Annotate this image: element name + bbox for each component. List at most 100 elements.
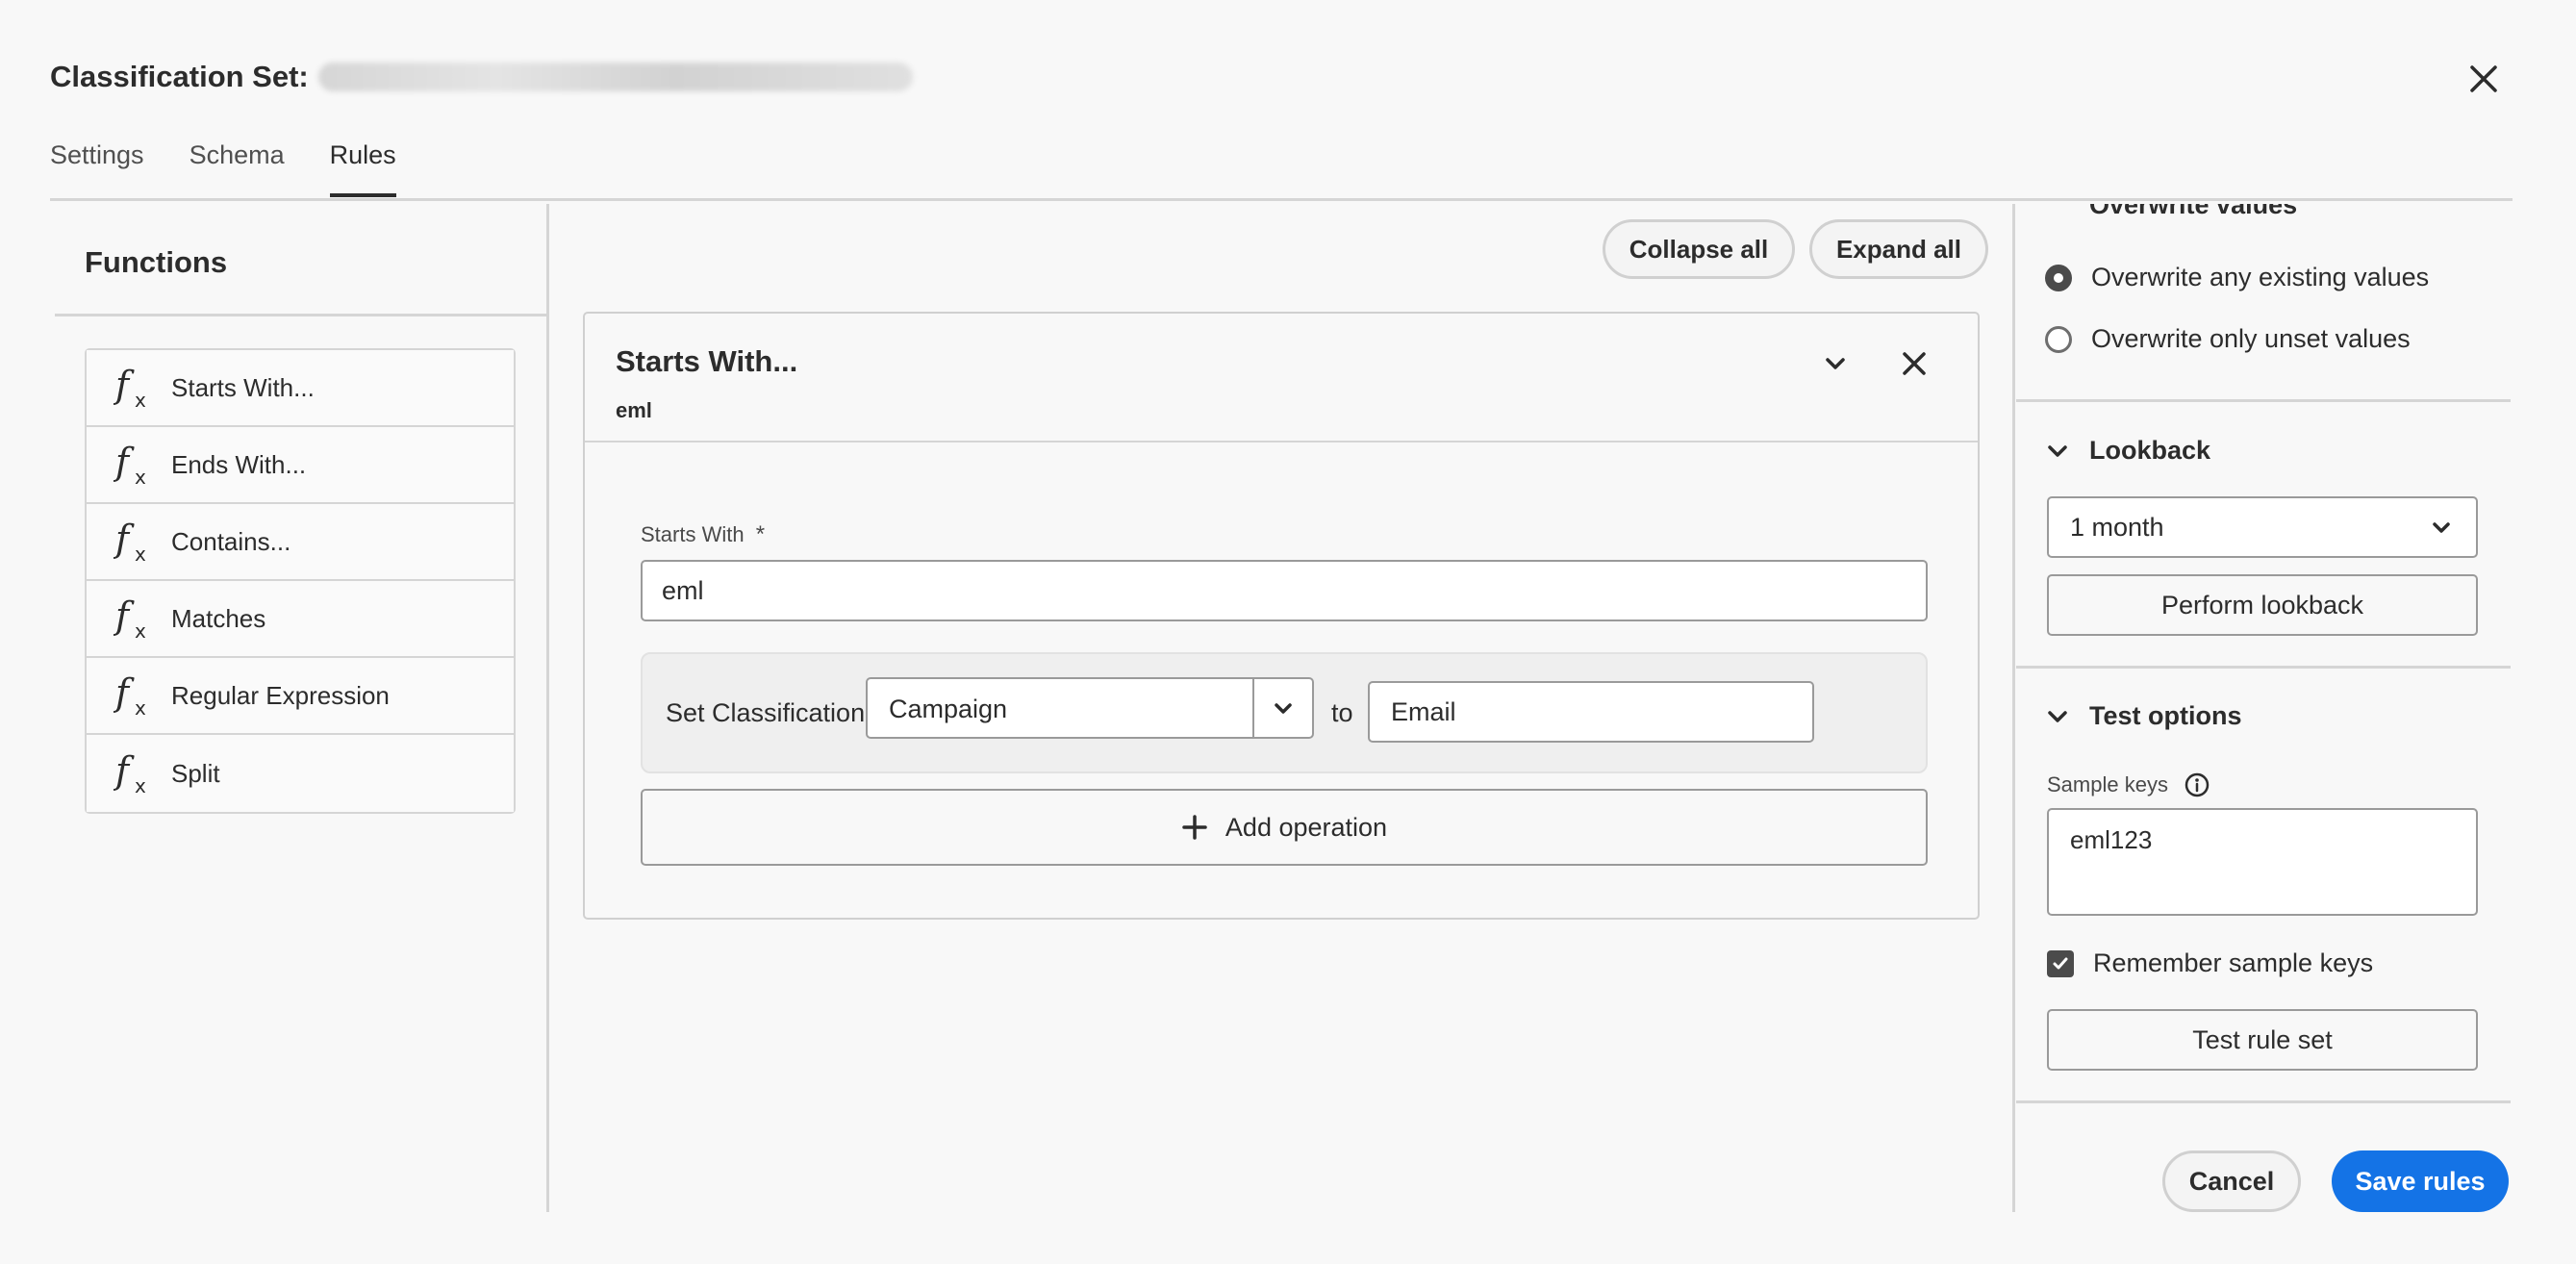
svg-text:x: x — [135, 543, 146, 565]
svg-text:f: f — [114, 672, 135, 714]
svg-text:x: x — [135, 389, 146, 411]
rule-card-header: Starts With... eml — [585, 314, 1978, 442]
close-icon — [1903, 352, 1926, 375]
chevron-down-icon — [1826, 358, 1845, 369]
lookback-heading: Lookback — [2089, 436, 2211, 465]
svg-text:x: x — [135, 466, 146, 488]
rule-collapse-toggle[interactable] — [1818, 346, 1853, 381]
function-item-starts-with[interactable]: fx Starts With... — [87, 350, 514, 427]
tab-settings[interactable]: Settings — [50, 140, 144, 197]
chevron-down-icon — [2433, 522, 2450, 533]
lookback-select[interactable]: 1 month — [2047, 496, 2478, 558]
required-marker: * — [755, 521, 766, 547]
radio-button[interactable] — [2045, 325, 2072, 353]
checkbox-checked[interactable] — [2047, 949, 2074, 977]
add-operation-label: Add operation — [1225, 812, 1388, 842]
lookback-select-value: 1 month — [2070, 512, 2164, 542]
svg-text:f: f — [114, 750, 135, 792]
svg-text:x: x — [135, 696, 146, 719]
expand-all-button[interactable]: Expand all — [1809, 219, 1988, 279]
overwrite-heading-text: Overwrite values — [2089, 204, 2378, 217]
info-icon[interactable] — [2184, 771, 2210, 798]
perform-lookback-button[interactable]: Perform lookback — [2047, 574, 2478, 636]
test-options-section-toggle[interactable]: Test options — [2045, 701, 2242, 731]
radio-label: Overwrite only unset values — [2091, 324, 2411, 353]
svg-text:f: f — [114, 365, 135, 406]
plus-icon — [1182, 815, 1207, 840]
starts-with-input[interactable] — [641, 560, 1928, 621]
radio-overwrite-existing[interactable]: Overwrite any existing values — [2045, 263, 2429, 292]
classification-dropdown-button[interactable] — [1252, 679, 1312, 737]
function-item-contains[interactable]: fx Contains... — [87, 504, 514, 581]
function-item-split[interactable]: fx Split — [87, 735, 514, 812]
radio-label: Overwrite any existing values — [2091, 263, 2430, 291]
test-options-heading: Test options — [2089, 701, 2242, 730]
function-label: Contains... — [171, 526, 291, 556]
right-column-divider — [2012, 204, 2015, 1212]
function-icon: fx — [114, 365, 146, 411]
checkmark-icon — [2053, 957, 2068, 969]
function-label: Matches — [171, 603, 266, 633]
operation-row: Set Classification Campaign to — [641, 652, 1928, 773]
svg-text:x: x — [135, 774, 146, 796]
functions-heading: Functions — [85, 245, 228, 279]
set-classification-label: Set Classification — [666, 698, 866, 727]
functions-list: fx Starts With... fx Ends With... fx Con… — [85, 348, 516, 814]
starts-with-label: Starts With * — [641, 521, 765, 548]
classification-select[interactable]: Campaign — [866, 677, 1314, 739]
function-icon: fx — [114, 518, 146, 565]
radio-overwrite-unset[interactable]: Overwrite only unset values — [2045, 324, 2411, 354]
function-label: Regular Expression — [171, 680, 390, 710]
radio-button[interactable] — [2045, 264, 2072, 291]
section-divider — [2016, 1100, 2511, 1103]
section-divider — [2016, 666, 2511, 669]
classification-select-value: Campaign — [889, 695, 1008, 723]
dialog-header: Classification Set: — [50, 60, 913, 94]
function-icon: fx — [114, 595, 146, 642]
rule-subtitle: eml — [616, 398, 652, 422]
save-rules-button[interactable]: Save rules — [2332, 1150, 2509, 1212]
remember-sample-keys-label: Remember sample keys — [2093, 948, 2374, 977]
classification-set-name-redacted — [317, 63, 913, 91]
function-item-ends-with[interactable]: fx Ends With... — [87, 427, 514, 504]
chevron-down-icon — [2048, 444, 2067, 457]
tab-bar: Settings Schema Rules — [50, 140, 442, 197]
dialog-title: Classification Set: — [50, 60, 309, 93]
chevron-down-icon — [1275, 703, 1292, 714]
classification-value-input[interactable] — [1368, 681, 1814, 743]
rule-title: Starts With... — [616, 344, 798, 378]
starts-with-label-text: Starts With — [641, 522, 745, 546]
tab-schema[interactable]: Schema — [189, 140, 285, 197]
chevron-down-icon — [2048, 710, 2067, 722]
remember-sample-keys-checkbox[interactable]: Remember sample keys — [2047, 948, 2373, 978]
function-icon: fx — [114, 442, 146, 488]
rule-remove-button[interactable] — [1895, 344, 1933, 383]
function-label: Split — [171, 758, 220, 788]
overwrite-heading: Overwrite values — [2089, 204, 2378, 217]
sample-keys-textarea[interactable]: eml123 — [2047, 808, 2478, 916]
tabs-divider — [50, 198, 2513, 201]
svg-text:x: x — [135, 619, 146, 642]
test-rule-set-button[interactable]: Test rule set — [2047, 1009, 2478, 1071]
close-dialog-button[interactable] — [2462, 58, 2505, 100]
svg-text:f: f — [114, 518, 135, 560]
rule-card: Starts With... eml Starts With * Set Cla… — [583, 312, 1980, 920]
to-label: to — [1331, 698, 1353, 727]
svg-text:f: f — [114, 595, 135, 637]
cancel-button[interactable]: Cancel — [2162, 1150, 2301, 1212]
function-item-regular-expression[interactable]: fx Regular Expression — [87, 658, 514, 735]
lookback-section-toggle[interactable]: Lookback — [2045, 436, 2210, 466]
tab-rules[interactable]: Rules — [329, 140, 396, 197]
add-operation-button[interactable]: Add operation — [641, 789, 1928, 866]
function-label: Ends With... — [171, 449, 307, 479]
functions-divider — [55, 314, 546, 316]
svg-text:f: f — [114, 442, 135, 483]
collapse-all-button[interactable]: Collapse all — [1603, 219, 1795, 279]
sample-keys-label-text: Sample keys — [2047, 772, 2168, 796]
function-icon: fx — [114, 750, 146, 796]
function-label: Starts With... — [171, 372, 315, 402]
left-column-divider — [546, 204, 549, 1212]
close-icon — [2470, 65, 2497, 92]
function-item-matches[interactable]: fx Matches — [87, 581, 514, 658]
section-divider — [2016, 399, 2511, 402]
